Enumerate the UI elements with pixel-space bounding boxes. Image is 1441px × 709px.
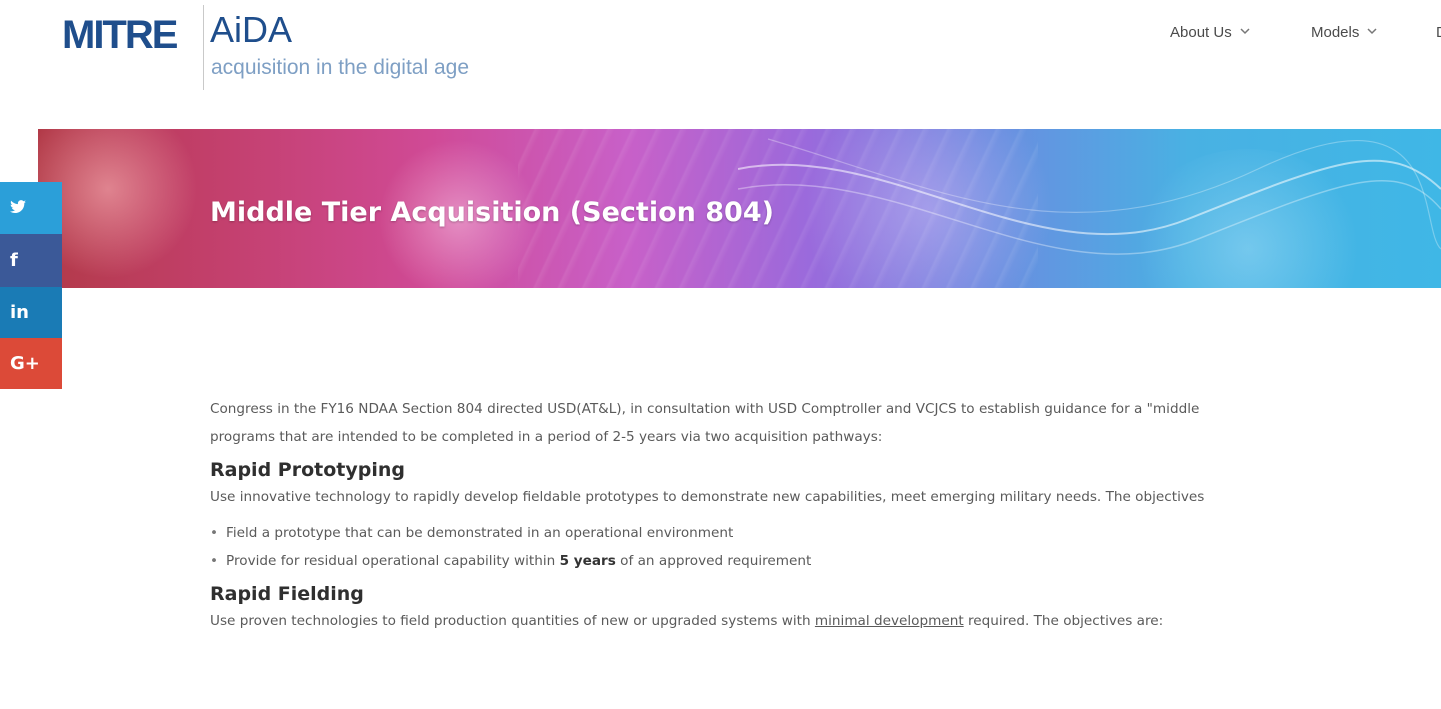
nav-item-truncated[interactable]: D bbox=[1436, 24, 1441, 41]
twitter-icon bbox=[10, 198, 26, 219]
section-description-text: required. The objectives are: bbox=[963, 613, 1164, 629]
list-item-text: Field a prototype that can be demonstrat… bbox=[226, 525, 734, 541]
logo-divider bbox=[203, 5, 204, 90]
linkedin-icon: in bbox=[10, 302, 29, 323]
section-description-text: Use proven technologies to field product… bbox=[210, 613, 815, 629]
list-item-emphasis: 5 years bbox=[559, 553, 616, 569]
chevron-down-icon bbox=[1367, 27, 1377, 38]
chevron-down-icon bbox=[1240, 27, 1250, 38]
page: MITRE AiDA acquisition in the digital ag… bbox=[0, 0, 1441, 709]
section-description: Use proven technologies to field product… bbox=[210, 613, 1441, 629]
intro-line: programs that are intended to be complet… bbox=[210, 429, 883, 445]
google-plus-icon: G+ bbox=[10, 353, 40, 374]
section-description: Use innovative technology to rapidly dev… bbox=[210, 489, 1205, 505]
site-header: MITRE AiDA acquisition in the digital ag… bbox=[0, 0, 1441, 112]
logo-tagline: acquisition in the digital age bbox=[211, 56, 470, 79]
nav-item-label: About Us bbox=[1170, 24, 1232, 41]
page-title: Middle Tier Acquisition (Section 804) bbox=[210, 197, 774, 228]
mitre-logo[interactable]: MITRE bbox=[62, 13, 178, 58]
section-heading-rapid-prototyping: Rapid Prototyping bbox=[210, 459, 405, 481]
aida-logo[interactable]: AiDA bbox=[210, 9, 292, 51]
banner-wave-decoration bbox=[738, 138, 1441, 255]
list-item: Field a prototype that can be demonstrat… bbox=[210, 519, 1441, 547]
list-item: Provide for residual operational capabil… bbox=[210, 547, 1441, 575]
linkedin-share-button[interactable]: in bbox=[0, 287, 62, 338]
list-item-text: of an approved requirement bbox=[615, 553, 812, 569]
hero-banner: Middle Tier Acquisition (Section 804) bbox=[38, 129, 1441, 288]
intro-line: Congress in the FY16 NDAA Section 804 di… bbox=[210, 401, 1200, 417]
objectives-list: Field a prototype that can be demonstrat… bbox=[210, 519, 1441, 575]
nav-item-label: Models bbox=[1311, 24, 1360, 41]
nav-item-label: D bbox=[1436, 24, 1441, 41]
nav-item-about-us[interactable]: About Us bbox=[1170, 24, 1250, 41]
list-item-text: Provide for residual operational capabil… bbox=[226, 553, 560, 569]
minimal-development-link[interactable]: minimal development bbox=[815, 613, 964, 629]
nav-item-models[interactable]: Models bbox=[1311, 24, 1377, 41]
facebook-icon: f bbox=[10, 250, 18, 271]
intro-paragraph: Congress in the FY16 NDAA Section 804 di… bbox=[210, 395, 1441, 451]
section-heading-rapid-fielding: Rapid Fielding bbox=[210, 583, 364, 605]
google-plus-share-button[interactable]: G+ bbox=[0, 338, 62, 389]
facebook-share-button[interactable]: f bbox=[0, 234, 62, 287]
main-content: Congress in the FY16 NDAA Section 804 di… bbox=[210, 395, 1441, 629]
banner-glow bbox=[38, 129, 198, 279]
social-share-bar: f in G+ bbox=[0, 182, 62, 389]
twitter-share-button[interactable] bbox=[0, 182, 62, 234]
